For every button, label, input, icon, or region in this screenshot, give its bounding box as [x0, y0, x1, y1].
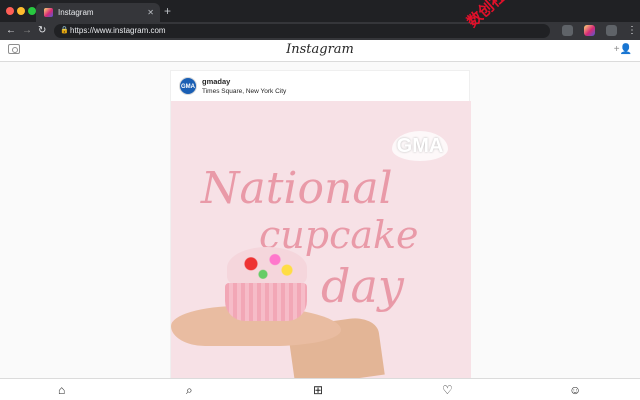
post-location[interactable]: Times Square, New York City	[202, 88, 286, 95]
new-tab-button[interactable]: +	[164, 4, 171, 18]
instagram-logo[interactable]: Instagram	[0, 42, 640, 57]
extension-icon[interactable]	[606, 25, 617, 36]
post-image[interactable]: GMA National cupcake day	[171, 101, 471, 381]
maximize-window-button[interactable]	[28, 7, 36, 15]
minimize-window-button[interactable]	[17, 7, 25, 15]
extension-icon[interactable]	[562, 25, 573, 36]
gma-day-logo: GMA	[392, 131, 448, 161]
heart-icon[interactable]: ♡	[442, 383, 453, 397]
back-arrow-icon[interactable]: ←	[6, 24, 16, 38]
lock-icon: 🔒	[60, 27, 69, 34]
image-text-line3: day	[321, 259, 404, 313]
post-username[interactable]: gmaday	[202, 77, 230, 86]
add-user-icon[interactable]: +👤	[614, 44, 632, 55]
image-text-line1: National	[201, 163, 393, 214]
instagram-favicon-icon	[44, 8, 53, 17]
profile-icon[interactable]: ☺	[569, 383, 581, 397]
post-header: GMA gmaday Times Square, New York City	[171, 71, 471, 101]
url-text: https://www.instagram.com	[70, 26, 166, 35]
instagram-extension-icon[interactable]	[584, 25, 595, 36]
avatar[interactable]: GMA	[179, 77, 197, 95]
browser-tab[interactable]: Instagram ✕	[36, 3, 160, 22]
instagram-header: Instagram +👤	[0, 40, 640, 62]
reload-icon[interactable]: ↻	[38, 24, 46, 38]
home-icon[interactable]: ⌂	[58, 383, 65, 397]
tab-title: Instagram	[58, 8, 94, 17]
browser-tab-bar: Instagram ✕ +	[0, 0, 640, 22]
new-post-icon[interactable]: ⊞	[313, 383, 323, 397]
close-tab-icon[interactable]: ✕	[147, 3, 154, 22]
search-icon[interactable]: ⌕	[186, 383, 193, 397]
browser-menu-icon[interactable]: ⋮	[627, 24, 637, 38]
address-bar-row: ← → ↻ 🔒 https://www.instagram.com ⋮	[0, 22, 640, 40]
cupcake-wrapper	[225, 283, 307, 321]
bottom-nav: ⌂ ⌕ ⊞ ♡ ☺	[0, 378, 640, 400]
close-window-button[interactable]	[6, 7, 14, 15]
forward-arrow-icon[interactable]: →	[22, 24, 32, 38]
post-card: GMA gmaday Times Square, New York City G…	[170, 70, 471, 381]
